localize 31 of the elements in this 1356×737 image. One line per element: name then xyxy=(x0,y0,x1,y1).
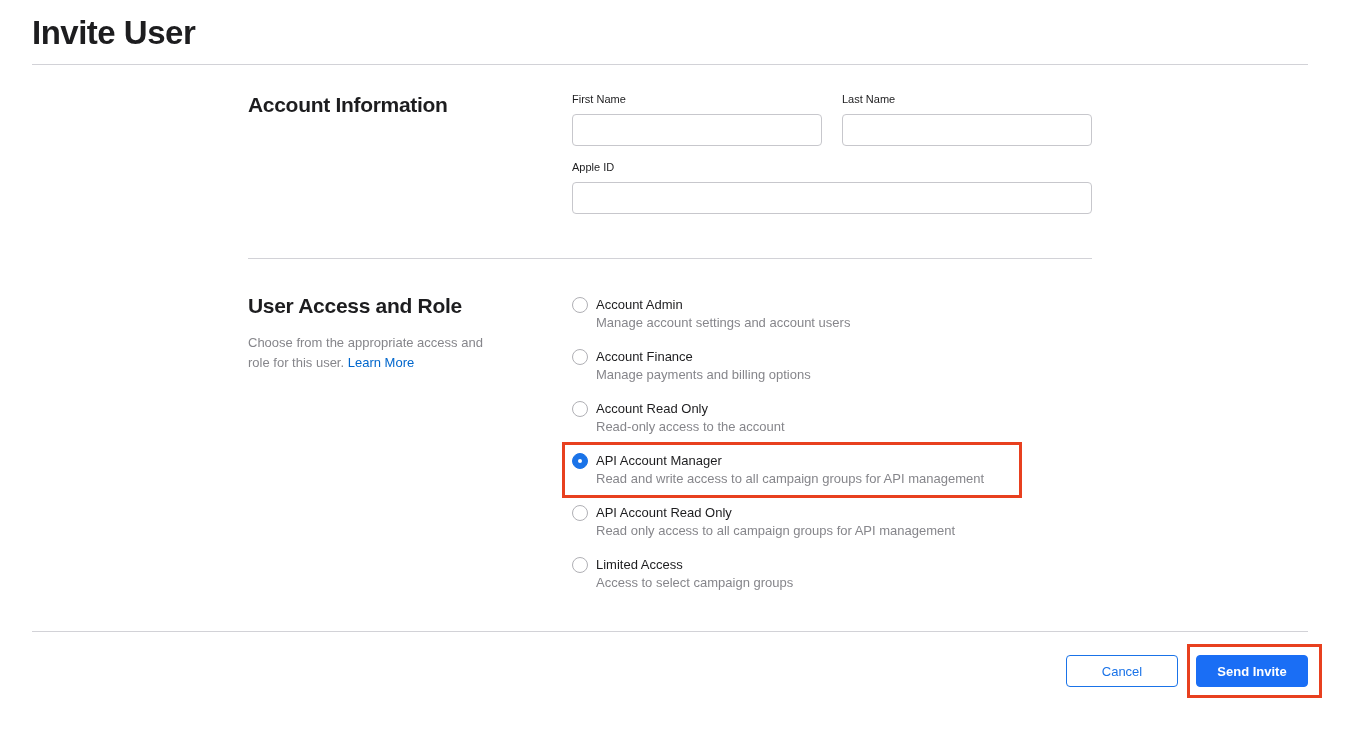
role-label: API Account Read Only xyxy=(596,504,733,521)
field-label: Apple ID xyxy=(572,160,616,175)
role-description: Read only access to all campaign groups for API management xyxy=(596,522,956,540)
page-title: Invite User xyxy=(31,13,197,53)
role-label: API Account Manager xyxy=(596,452,723,469)
section-description: Choose from the appropriate access and role for this user. Learn More xyxy=(248,334,484,372)
radio-button[interactable] xyxy=(572,505,588,521)
role-description: Manage account settings and account users xyxy=(596,314,851,332)
text-field[interactable] xyxy=(572,182,1092,214)
radio-button[interactable] xyxy=(572,453,588,469)
role-label: Account Read Only xyxy=(596,400,709,417)
role-description: Access to select campaign groups xyxy=(596,574,794,592)
role-label: Limited Access xyxy=(596,556,684,573)
radio-button[interactable] xyxy=(572,557,588,573)
role-description: Read and write access to all campaign groups for API management xyxy=(596,470,985,488)
cancel-button[interactable]: Cancel xyxy=(1066,655,1178,687)
role-description: Manage payments and billing options xyxy=(596,366,811,384)
text-field[interactable] xyxy=(842,114,1092,146)
text-field[interactable] xyxy=(572,114,822,146)
field-label: First Name xyxy=(572,92,627,107)
field-label: Last Name xyxy=(842,92,897,107)
learn-more-link[interactable]: Learn More xyxy=(347,355,415,370)
section-heading: User Access and Role xyxy=(248,293,463,319)
role-description: Read-only access to the account xyxy=(596,418,785,436)
radio-button[interactable] xyxy=(572,297,588,313)
role-label: Account Finance xyxy=(596,348,694,365)
section-heading: Account Information xyxy=(248,92,449,118)
role-label: Account Admin xyxy=(596,296,684,313)
send-button[interactable]: Send Invite xyxy=(1196,655,1308,687)
radio-button[interactable] xyxy=(572,349,588,365)
radio-button[interactable] xyxy=(572,401,588,417)
